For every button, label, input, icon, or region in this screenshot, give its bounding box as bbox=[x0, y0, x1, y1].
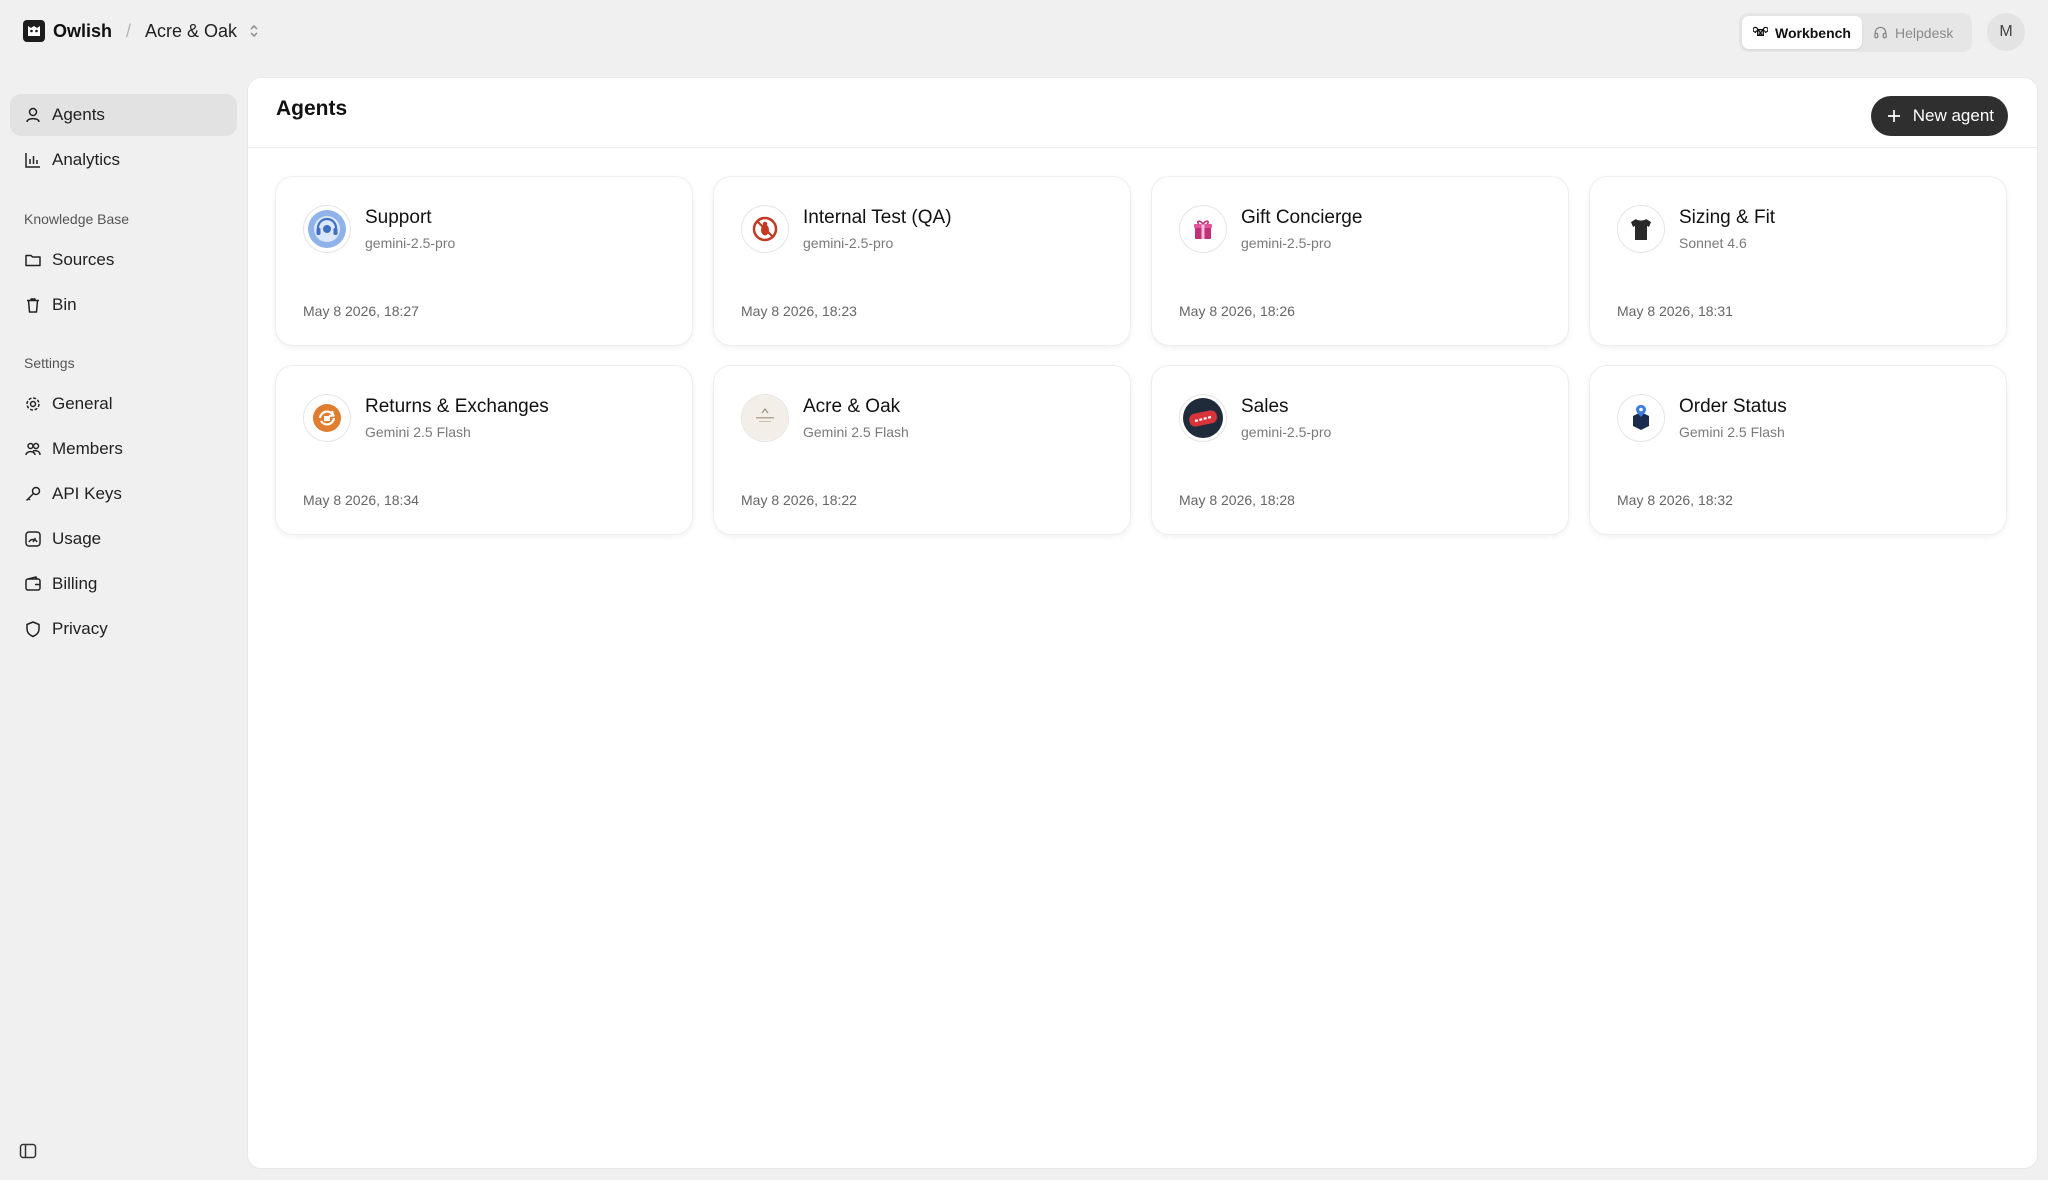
agent-card-acre-oak[interactable]: Acre & Oak Gemini 2.5 Flash May 8 2026, … bbox=[713, 365, 1131, 535]
agent-model: gemini-2.5-pro bbox=[803, 235, 894, 251]
helpdesk-tab[interactable]: Helpdesk bbox=[1862, 16, 1964, 49]
agent-date: May 8 2026, 18:26 bbox=[1179, 303, 1295, 319]
sidebar-item-label: Bin bbox=[52, 295, 77, 314]
sidebar-item-billing[interactable]: Billing bbox=[10, 563, 237, 605]
owl-logo-icon[interactable] bbox=[23, 20, 45, 42]
chevron-up-down-icon bbox=[249, 24, 259, 38]
agent-model: gemini-2.5-pro bbox=[1241, 235, 1332, 251]
brand-name[interactable]: Owlish bbox=[53, 21, 112, 42]
sidebar-item-members[interactable]: Members bbox=[10, 428, 237, 470]
sidebar-item-label: Agents bbox=[52, 105, 105, 124]
breadcrumb: Owlish / Acre & Oak bbox=[23, 20, 259, 42]
sidebar-item-agents[interactable]: Agents bbox=[10, 94, 237, 136]
agent-model: Gemini 2.5 Flash bbox=[1679, 424, 1785, 440]
command-icon bbox=[1753, 26, 1768, 36]
agent-date: May 8 2026, 18:34 bbox=[303, 492, 419, 508]
agent-date: May 8 2026, 18:31 bbox=[1617, 303, 1733, 319]
key-icon bbox=[24, 485, 42, 503]
folder-icon bbox=[24, 251, 42, 269]
helpdesk-label: Helpdesk bbox=[1894, 24, 1954, 41]
qa-bug-icon bbox=[741, 205, 789, 253]
headphones-icon bbox=[1874, 26, 1887, 39]
gear-icon bbox=[24, 395, 42, 413]
workspace-switcher[interactable]: Acre & Oak bbox=[145, 21, 259, 42]
sidebar-item-label: Members bbox=[52, 439, 123, 458]
agent-model: Gemini 2.5 Flash bbox=[803, 424, 909, 440]
agent-date: May 8 2026, 18:23 bbox=[741, 303, 857, 319]
gift-icon bbox=[1179, 205, 1227, 253]
sidebar-item-analytics[interactable]: Analytics bbox=[10, 139, 237, 181]
package-location-icon bbox=[1617, 394, 1665, 442]
tshirt-icon bbox=[1617, 205, 1665, 253]
sidebar-item-label: Billing bbox=[52, 574, 98, 593]
agent-card-returns-exchanges[interactable]: Returns & Exchanges Gemini 2.5 Flash May… bbox=[275, 365, 693, 535]
sidebar-item-general[interactable]: General bbox=[10, 383, 237, 425]
agent-model: gemini-2.5-pro bbox=[1241, 424, 1332, 440]
avatar[interactable]: M bbox=[1987, 13, 2025, 51]
agent-card-internal-test[interactable]: Internal Test (QA) gemini-2.5-pro May 8 … bbox=[713, 176, 1131, 346]
support-headset-icon bbox=[303, 205, 351, 253]
page-title: Agents bbox=[276, 97, 348, 120]
agent-name: Gift Concierge bbox=[1241, 207, 1363, 228]
agent-date: May 8 2026, 18:27 bbox=[303, 303, 419, 319]
settings-heading: Settings bbox=[24, 355, 75, 371]
agent-model: Gemini 2.5 Flash bbox=[365, 424, 471, 440]
sidebar-item-privacy[interactable]: Privacy bbox=[10, 608, 237, 650]
agent-date: May 8 2026, 18:28 bbox=[1179, 492, 1295, 508]
agent-card-sales[interactable]: Sales gemini-2.5-pro May 8 2026, 18:28 bbox=[1151, 365, 1569, 535]
knowledge-base-heading: Knowledge Base bbox=[24, 211, 130, 227]
sidebar-item-label: Privacy bbox=[52, 619, 108, 638]
sidebar-item-label: API Keys bbox=[52, 484, 122, 503]
breadcrumb-separator: / bbox=[126, 20, 132, 41]
sidebar-item-bin[interactable]: Bin bbox=[10, 284, 237, 326]
users-icon bbox=[24, 440, 42, 458]
agent-card-support[interactable]: Support gemini-2.5-pro May 8 2026, 18:27 bbox=[275, 176, 693, 346]
new-agent-button[interactable]: New agent bbox=[1870, 96, 2008, 136]
sidebar-item-api-keys[interactable]: API Keys bbox=[10, 473, 237, 515]
plus-icon bbox=[1887, 109, 1901, 123]
sidebar-item-label: Usage bbox=[52, 529, 102, 548]
agent-card-sizing-fit[interactable]: Sizing & Fit Sonnet 4.6 May 8 2026, 18:3… bbox=[1589, 176, 2007, 346]
agent-model: gemini-2.5-pro bbox=[365, 235, 456, 251]
agent-card-gift-concierge[interactable]: Gift Concierge gemini-2.5-pro May 8 2026… bbox=[1151, 176, 1569, 346]
sidebar-item-label: Sources bbox=[52, 250, 115, 269]
brand-logo-icon bbox=[741, 394, 789, 442]
agent-card-order-status[interactable]: Order Status Gemini 2.5 Flash May 8 2026… bbox=[1589, 365, 2007, 535]
sidebar-item-usage[interactable]: Usage bbox=[10, 518, 237, 560]
sales-badge-icon bbox=[1179, 394, 1227, 442]
sidebar-item-label: General bbox=[52, 394, 113, 413]
agent-name: Acre & Oak bbox=[803, 396, 901, 417]
page-header: Agents New agent bbox=[248, 78, 2037, 148]
workbench-tab[interactable]: Workbench bbox=[1742, 16, 1862, 49]
trash-icon bbox=[24, 296, 42, 314]
top-bar: Owlish / Acre & Oak Workbench Helpdesk M bbox=[0, 0, 2048, 66]
agent-name: Sales bbox=[1241, 396, 1289, 417]
sidebar-item-label: Analytics bbox=[52, 150, 121, 169]
agent-name: Internal Test (QA) bbox=[803, 207, 952, 228]
agent-date: May 8 2026, 18:32 bbox=[1617, 492, 1733, 508]
agent-name: Sizing & Fit bbox=[1679, 207, 1776, 228]
agent-date: May 8 2026, 18:22 bbox=[741, 492, 857, 508]
agent-icon bbox=[24, 106, 42, 124]
agent-name: Order Status bbox=[1679, 396, 1787, 417]
agent-model: Sonnet 4.6 bbox=[1679, 235, 1747, 251]
agent-name: Support bbox=[365, 207, 432, 228]
app: Owlish / Acre & Oak Workbench Helpdesk M bbox=[0, 0, 2048, 1180]
workspace-name: Acre & Oak bbox=[145, 20, 238, 41]
shield-icon bbox=[24, 620, 42, 638]
sidebar: Agents Analytics Knowledge Base Sources … bbox=[0, 66, 246, 1180]
bar-chart-icon bbox=[24, 151, 42, 169]
mode-switch: Workbench Helpdesk bbox=[1739, 13, 1972, 52]
workbench-label: Workbench bbox=[1775, 24, 1851, 41]
returns-icon bbox=[303, 394, 351, 442]
sidebar-item-sources[interactable]: Sources bbox=[10, 239, 237, 281]
gauge-icon bbox=[24, 530, 42, 548]
wallet-icon bbox=[24, 575, 42, 593]
new-agent-label: New agent bbox=[1912, 106, 1994, 125]
main-panel: Agents New agent Support gemini-2.5-pro … bbox=[247, 77, 2038, 1169]
sidebar-toggle-icon[interactable] bbox=[19, 1142, 39, 1162]
agent-name: Returns & Exchanges bbox=[365, 396, 549, 417]
